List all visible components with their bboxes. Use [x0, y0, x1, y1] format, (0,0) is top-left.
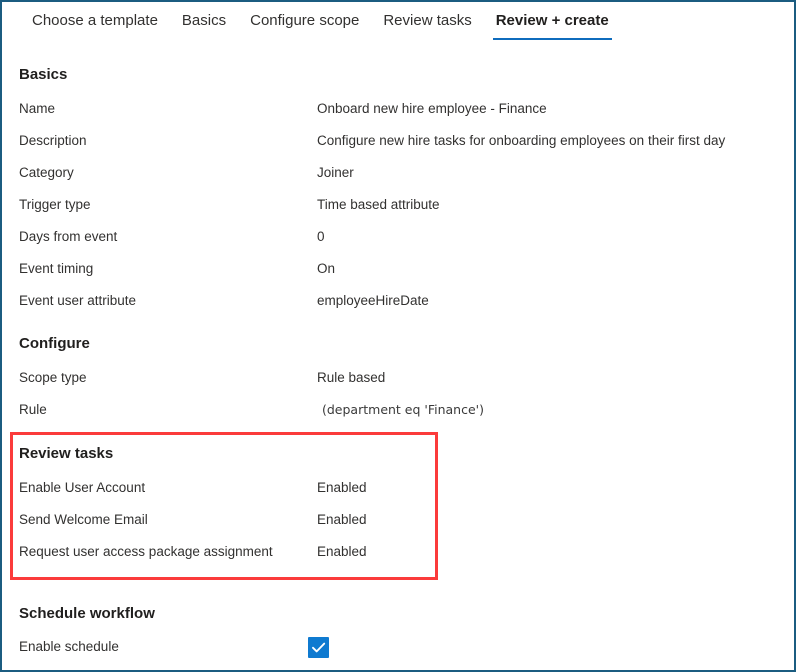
- row-value-scope-type: Rule based: [317, 370, 386, 385]
- row-value-trigger-type: Time based attribute: [317, 197, 440, 212]
- row-name: Name Onboard new hire employee - Finance: [2, 99, 794, 119]
- row-description: Description Configure new hire tasks for…: [2, 131, 794, 151]
- row-value-event-timing: On: [317, 261, 336, 276]
- row-label-description: Description: [19, 133, 87, 148]
- enable-schedule-checkbox[interactable]: [308, 637, 329, 658]
- row-label-category: Category: [19, 165, 74, 180]
- section-heading-basics: Basics: [19, 66, 68, 83]
- row-label-days-from-event: Days from event: [19, 229, 118, 244]
- row-request-user-access-package-assignment: Request user access package assignment E…: [2, 542, 794, 562]
- row-value-rule: (department eq 'Finance'): [322, 402, 484, 417]
- section-heading-configure: Configure: [19, 335, 90, 352]
- row-label-event-timing: Event timing: [19, 261, 94, 276]
- tab-choose-a-template[interactable]: Choose a template: [20, 2, 170, 42]
- row-label-event-user-attribute: Event user attribute: [19, 293, 137, 308]
- tab-review-create[interactable]: Review + create: [484, 2, 621, 42]
- row-label-request-user-access-package-assignment: Request user access package assignment: [19, 544, 273, 559]
- tab-review-tasks[interactable]: Review tasks: [371, 2, 483, 42]
- row-value-request-user-access-package-assignment: Enabled: [317, 544, 367, 559]
- row-value-name: Onboard new hire employee - Finance: [317, 101, 547, 116]
- section-heading-schedule-workflow: Schedule workflow: [19, 605, 155, 622]
- row-label-name: Name: [19, 101, 56, 116]
- row-value-enable-user-account: Enabled: [317, 480, 367, 495]
- row-label-send-welcome-email: Send Welcome Email: [19, 512, 148, 527]
- row-event-timing: Event timing On: [2, 259, 794, 279]
- tab-basics[interactable]: Basics: [170, 2, 238, 42]
- row-label-scope-type: Scope type: [19, 370, 87, 385]
- row-label-enable-schedule: Enable schedule: [19, 639, 119, 654]
- row-scope-type: Scope type Rule based: [2, 368, 794, 388]
- row-trigger-type: Trigger type Time based attribute: [2, 195, 794, 215]
- row-label-rule: Rule: [19, 402, 47, 417]
- review-content: Basics Name Onboard new hire employee - …: [2, 48, 794, 670]
- row-value-send-welcome-email: Enabled: [317, 512, 367, 527]
- wizard-tab-bar: Choose a template Basics Configure scope…: [2, 2, 794, 48]
- row-label-enable-user-account: Enable User Account: [19, 480, 146, 495]
- row-send-welcome-email: Send Welcome Email Enabled: [2, 510, 794, 530]
- row-event-user-attribute: Event user attribute employeeHireDate: [2, 291, 794, 311]
- row-value-event-user-attribute: employeeHireDate: [317, 293, 429, 308]
- section-heading-review-tasks: Review tasks: [19, 445, 114, 462]
- checkmark-icon: [312, 642, 326, 653]
- tab-configure-scope[interactable]: Configure scope: [238, 2, 371, 42]
- row-enable-schedule: Enable schedule: [2, 637, 794, 657]
- row-enable-user-account: Enable User Account Enabled: [2, 478, 794, 498]
- row-value-description: Configure new hire tasks for onboarding …: [317, 133, 726, 148]
- row-label-trigger-type: Trigger type: [19, 197, 91, 212]
- review-create-panel: Choose a template Basics Configure scope…: [0, 0, 796, 672]
- row-value-category: Joiner: [317, 165, 354, 180]
- row-days-from-event: Days from event 0: [2, 227, 794, 247]
- row-value-days-from-event: 0: [317, 229, 325, 244]
- row-category: Category Joiner: [2, 163, 794, 183]
- row-rule: Rule (department eq 'Finance'): [2, 400, 794, 420]
